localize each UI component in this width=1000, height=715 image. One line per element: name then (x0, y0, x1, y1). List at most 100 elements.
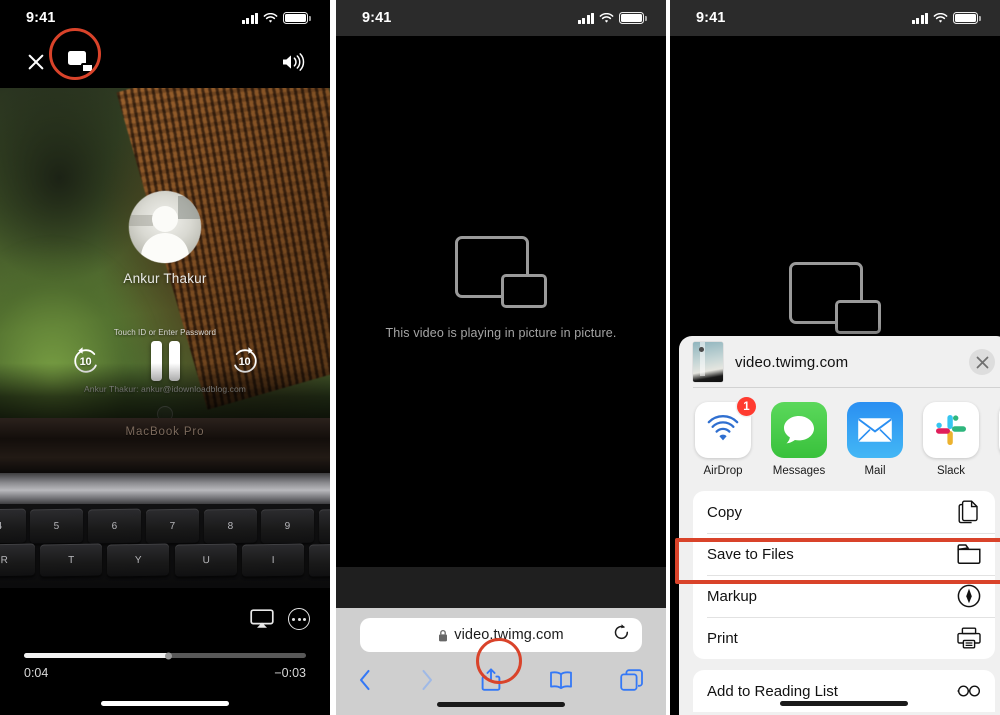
status-badge: 1 (737, 397, 756, 416)
airplay-icon[interactable] (250, 609, 274, 629)
share-app-mail[interactable]: Mail (845, 402, 905, 477)
key: 6 (88, 508, 141, 544)
action-label: Add to Reading List (707, 682, 838, 700)
wifi-icon (599, 12, 614, 24)
panel-safari-pip-placeholder: 9:41 This video is playing in picture in… (336, 0, 666, 715)
key: T (39, 543, 103, 577)
share-app-label: Mail (864, 465, 886, 477)
more-options-icon[interactable] (288, 608, 310, 630)
close-icon[interactable] (26, 52, 46, 72)
video-thumbnail (693, 342, 723, 382)
battery-icon (953, 12, 981, 24)
picture-in-picture-icon (789, 262, 881, 334)
battery-icon (283, 12, 311, 24)
cellular-signal-icon (577, 12, 594, 24)
safari-tab-bar (336, 660, 666, 700)
macbook-model-label: MacBook Pro (125, 426, 205, 438)
key: O (309, 543, 330, 577)
panel-pip-video-player: 9:41 Ankur Thakur Touch ID or Enter Pass… (0, 0, 330, 715)
key: 5 (30, 508, 84, 544)
key: Y (107, 543, 170, 577)
reload-icon[interactable] (613, 623, 630, 647)
search-input[interactable]: video.twimg.com (360, 618, 642, 652)
close-icon[interactable] (969, 349, 995, 375)
glasses-icon (957, 679, 981, 703)
key: 8 (203, 508, 257, 544)
wifi-icon (263, 12, 278, 24)
action-label: Print (707, 629, 738, 647)
cellular-signal-icon (241, 12, 258, 24)
login-hint-text: Touch ID or Enter Password (113, 328, 217, 337)
key: 0 (318, 508, 330, 544)
messages-icon (771, 402, 827, 458)
share-app-label: Messages (772, 465, 826, 477)
printer-icon (957, 626, 981, 650)
share-icon[interactable] (481, 668, 501, 692)
status-bar-indicators (241, 12, 311, 24)
markup-pen-icon (957, 584, 981, 608)
macbook-keyboard: 4 5 6 7 8 9 0 R T Y U I O (0, 504, 330, 588)
share-app-slack[interactable]: Slack (921, 402, 981, 477)
home-indicator[interactable] (101, 701, 229, 706)
share-apps-row: 1 AirDrop Messages Mail Slack (679, 388, 1000, 489)
action-label: Markup (707, 587, 758, 605)
elapsed-time: 0:04 (24, 666, 49, 680)
book-icon[interactable] (549, 670, 573, 690)
macbook-lip (0, 473, 330, 506)
share-app-airdrop[interactable]: 1 AirDrop (693, 397, 756, 477)
folder-icon (957, 542, 981, 566)
safari-toolbar: video.twimg.com (336, 608, 666, 715)
share-app-label: Slack (936, 465, 966, 477)
action-row-copy[interactable]: Copy (693, 491, 995, 533)
share-sheet-backdrop: 9:41 video.twimg.com 1 AirDrop Messages … (670, 0, 1000, 715)
share-app-messages[interactable]: Messages (769, 402, 829, 477)
battery-icon (619, 12, 647, 24)
status-bar: 9:41 (670, 0, 1000, 36)
key: 4 (0, 508, 26, 544)
action-row-save-to-files[interactable]: Save to Files (693, 533, 995, 575)
panel-share-sheet: 9:41 video.twimg.com 1 AirDrop Messages … (670, 0, 1000, 715)
action-row-print[interactable]: Print (693, 617, 995, 659)
chevron-right-icon[interactable] (420, 669, 434, 691)
share-actions-list: Copy Save to Files Markup Print (693, 491, 995, 659)
mail-icon (847, 402, 903, 458)
airdrop-icon: 1 (695, 397, 756, 458)
slack-icon (923, 402, 979, 458)
avatar (129, 190, 201, 263)
time-labels: 0:04 −0:03 (24, 666, 306, 680)
status-bar-time: 9:41 (26, 10, 56, 26)
key: 7 (145, 508, 199, 544)
status-bar-indicators (577, 12, 647, 24)
status-bar: 9:41 (0, 0, 330, 36)
status-bar: 9:41 (336, 0, 666, 36)
key: R (0, 543, 35, 577)
cellular-signal-icon (911, 12, 928, 24)
home-indicator[interactable] (437, 702, 565, 707)
three-panel-screenshot: 9:41 Ankur Thakur Touch ID or Enter Pass… (0, 0, 1000, 715)
home-indicator[interactable] (780, 701, 908, 706)
share-sheet: video.twimg.com 1 AirDrop Messages Mail … (679, 336, 1000, 715)
status-bar-time: 9:41 (362, 10, 392, 26)
video-progress-slider[interactable] (24, 652, 306, 659)
status-bar-indicators (911, 12, 981, 24)
player-top-toolbar (0, 36, 330, 88)
keyboard-row-letters: R T Y U I O (0, 543, 330, 577)
video-surface[interactable]: Ankur Thakur Touch ID or Enter Password … (0, 88, 330, 588)
safari-bottom-chrome-fill (336, 567, 666, 608)
share-sheet-title: video.twimg.com (735, 353, 849, 371)
picture-in-picture-icon (454, 235, 547, 308)
pip-placeholder-area: This video is playing in picture in pict… (336, 36, 666, 567)
pip-caption: This video is playing in picture in pict… (385, 325, 617, 340)
key: U (174, 543, 237, 577)
chevron-left-icon[interactable] (358, 669, 372, 691)
key: I (242, 543, 305, 577)
key: 9 (261, 508, 314, 544)
picture-in-picture-icon[interactable] (68, 51, 94, 73)
action-row-markup[interactable]: Markup (693, 575, 995, 617)
volume-speaker-icon[interactable] (280, 52, 308, 72)
player-bottom-bar: 0:04 −0:03 (0, 588, 330, 715)
copy-icon (957, 500, 981, 524)
tabs-icon[interactable] (620, 669, 644, 691)
wifi-icon (933, 12, 948, 24)
keyboard-row-numbers: 4 5 6 7 8 9 0 (0, 508, 330, 544)
